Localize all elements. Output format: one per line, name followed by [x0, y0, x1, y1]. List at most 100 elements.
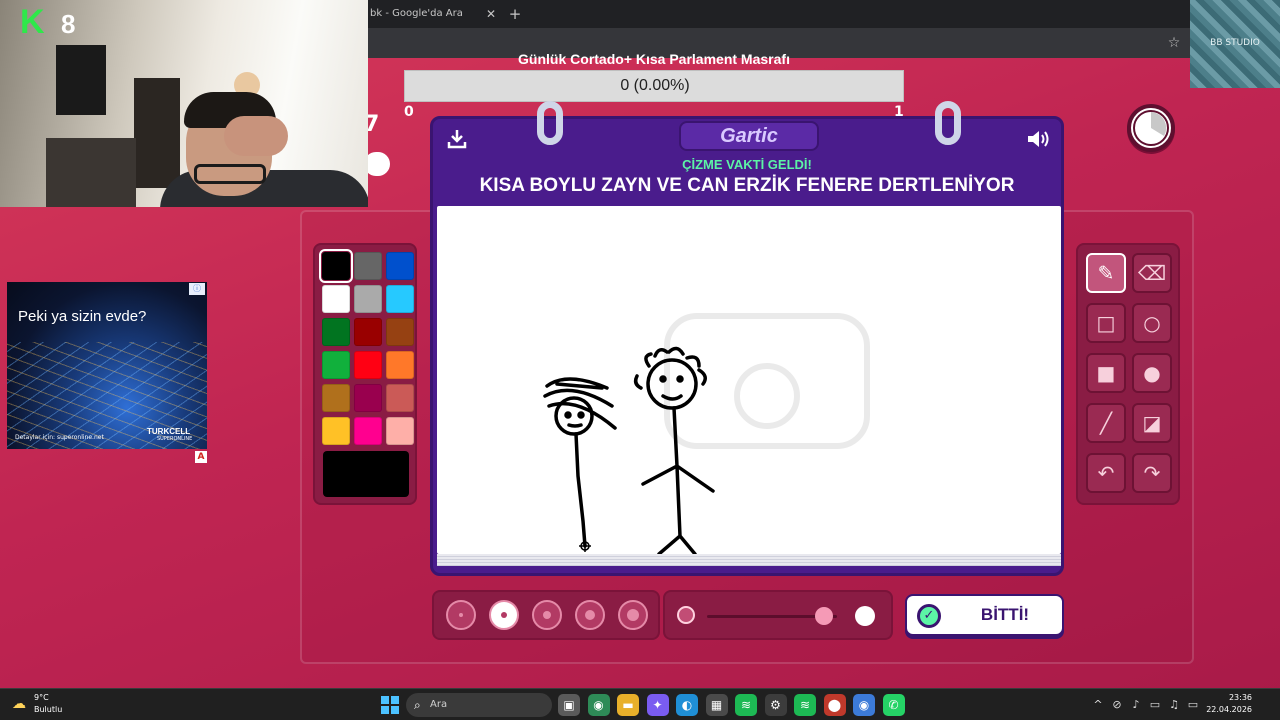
drawing-canvas[interactable]	[437, 206, 1061, 556]
speaker-icon[interactable]	[1023, 127, 1053, 155]
clock-time[interactable]: 23:36	[1212, 693, 1252, 705]
speaker-icon[interactable]: ♫	[1166, 689, 1182, 720]
brush-size-button[interactable]	[532, 600, 562, 630]
ellipse-fill-tool[interactable]: ●	[1132, 353, 1172, 393]
ad-headline: Peki ya sizin evde?	[18, 308, 147, 325]
edge-icon[interactable]: ◐	[676, 694, 698, 716]
phase-subtitle: ÇİZME VAKTİ GELDİ!	[682, 157, 812, 172]
webcam-feed: K 8	[0, 0, 368, 207]
kick-logo: K	[20, 3, 45, 41]
color-swatch[interactable]	[319, 249, 353, 283]
brush-size-selector	[432, 590, 660, 640]
browser-tab-title: bk - Google'da Ara	[370, 8, 463, 19]
color-swatch[interactable]	[386, 384, 414, 412]
weather-cloud-icon[interactable]: ☁	[12, 695, 30, 713]
brush-size-dot	[459, 613, 463, 617]
line-tool[interactable]: ╱	[1086, 403, 1126, 443]
windows-taskbar: ☁ 9°C Bulutlu ⌕ Ara ▣ ◉ ▬ ✦ ◐ ▦ ≋ ⚙ ≋ ⬤ ◉ ✆ ^ ⊘ ♪ ▭ ♫ ▭ …	[0, 688, 1280, 720]
file-explorer-icon[interactable]: ▬	[617, 694, 639, 716]
color-swatch[interactable]	[354, 318, 382, 346]
color-swatch[interactable]	[354, 384, 382, 412]
steam-icon[interactable]: ⚙	[764, 694, 787, 716]
opacity-slider[interactable]	[663, 590, 893, 640]
color-swatch[interactable]	[386, 318, 414, 346]
color-swatch[interactable]	[354, 252, 382, 280]
advertisement[interactable]: Peki ya sizin evde? Detaylar için: super…	[7, 282, 207, 449]
chevron-up-icon[interactable]: ^	[1090, 689, 1106, 720]
brush-size-button[interactable]	[575, 600, 605, 630]
opacity-high-icon	[855, 606, 875, 626]
brush-size-button[interactable]	[618, 600, 648, 630]
webcam-glasses	[194, 164, 266, 184]
color-swatch[interactable]	[386, 351, 414, 379]
ad-badge[interactable]: A	[195, 451, 207, 463]
new-tab-icon[interactable]: +	[506, 0, 524, 28]
tool-panel: ✎ ⌫ □ ○ ■ ● ╱ ◪ ↶ ↷	[1076, 243, 1180, 505]
opacity-thumb[interactable]	[815, 607, 833, 625]
undo-tool[interactable]: ↶	[1086, 453, 1126, 493]
redo-tool[interactable]: ↷	[1132, 453, 1172, 493]
progress-bar: 0 (0.00%)	[404, 70, 904, 102]
brush-size-button[interactable]	[489, 600, 519, 630]
task-view-icon[interactable]: ▣	[558, 694, 580, 716]
canvas-drawing	[543, 313, 870, 556]
webcam-tv	[56, 45, 106, 115]
color-swatch[interactable]	[354, 417, 382, 445]
timer-icon	[1127, 104, 1175, 152]
color-swatch[interactable]	[322, 285, 350, 313]
ad-footnote: Detaylar için: superonline.net	[15, 434, 104, 441]
color-swatch[interactable]	[386, 252, 414, 280]
download-icon[interactable]	[443, 127, 471, 155]
weather-desc[interactable]: Bulutlu	[34, 705, 84, 717]
color-swatch[interactable]	[322, 417, 350, 445]
microphone-icon[interactable]: ♪	[1128, 689, 1144, 720]
clock-date[interactable]: 22.04.2026	[1202, 705, 1252, 717]
color-swatch[interactable]	[386, 417, 414, 445]
done-button[interactable]: ✓ BİTTİ!	[905, 594, 1064, 636]
webcam-shelf	[46, 138, 136, 207]
brush-size-button[interactable]	[446, 600, 476, 630]
weather-temp[interactable]: 9°C	[34, 693, 74, 705]
eraser-tool[interactable]: ⌫	[1132, 253, 1172, 293]
rect-outline-tool[interactable]: □	[1086, 303, 1126, 343]
color-swatch[interactable]	[386, 285, 414, 313]
fill-bucket-tool[interactable]: ◪	[1132, 403, 1172, 443]
whatsapp-icon[interactable]: ✆	[882, 694, 905, 716]
pencil-tool[interactable]: ✎	[1086, 253, 1126, 293]
bookmark-star-icon[interactable]: ☆	[1164, 28, 1184, 58]
taskbar-search[interactable]: ⌕ Ara	[406, 693, 552, 717]
color-swatch[interactable]	[354, 351, 382, 379]
brush-size-dot	[627, 609, 639, 621]
drawing-card: Gartic ÇİZME VAKTİ GELDİ! KISA BOYLU ZAY…	[430, 101, 1064, 576]
studio-watermark: BB STUDIO	[1190, 0, 1280, 88]
stick-figure-left	[543, 377, 617, 548]
chrome-active-icon[interactable]: ◉	[853, 694, 875, 716]
copilot-icon[interactable]: ✦	[646, 694, 669, 716]
battery-icon[interactable]: ▭	[1185, 689, 1201, 720]
paper-edge	[437, 554, 1061, 566]
rect-fill-tool[interactable]: ■	[1086, 353, 1126, 393]
spotify-icon[interactable]: ≋	[735, 694, 757, 716]
windows-start-icon[interactable]	[381, 696, 399, 714]
ellipse-outline-tool[interactable]: ○	[1132, 303, 1172, 343]
monitor-icon[interactable]: ▭	[1147, 689, 1163, 720]
color-palette	[313, 243, 417, 505]
store-icon[interactable]: ▦	[705, 694, 728, 716]
search-icon: ⌕	[414, 698, 421, 712]
color-swatch[interactable]	[354, 285, 382, 313]
pencil-cursor	[579, 540, 591, 552]
progress-value: 0 (0.00%)	[620, 77, 690, 94]
spotify-alt-icon[interactable]: ≋	[794, 694, 816, 716]
color-swatch[interactable]	[322, 318, 350, 346]
color-swatch[interactable]	[322, 384, 350, 412]
ad-info-icon[interactable]: ⓘ	[189, 283, 205, 295]
check-icon: ✓	[917, 604, 941, 628]
meet-icon[interactable]: ⊘	[1109, 689, 1125, 720]
recorder-icon[interactable]: ⬤	[823, 694, 846, 716]
binder-ring-right	[935, 101, 961, 145]
chrome-icon[interactable]: ◉	[587, 694, 610, 716]
brush-size-dot	[543, 611, 551, 619]
close-tab-icon[interactable]: ✕	[484, 0, 498, 28]
current-color-preview	[323, 451, 409, 497]
color-swatch[interactable]	[322, 351, 350, 379]
